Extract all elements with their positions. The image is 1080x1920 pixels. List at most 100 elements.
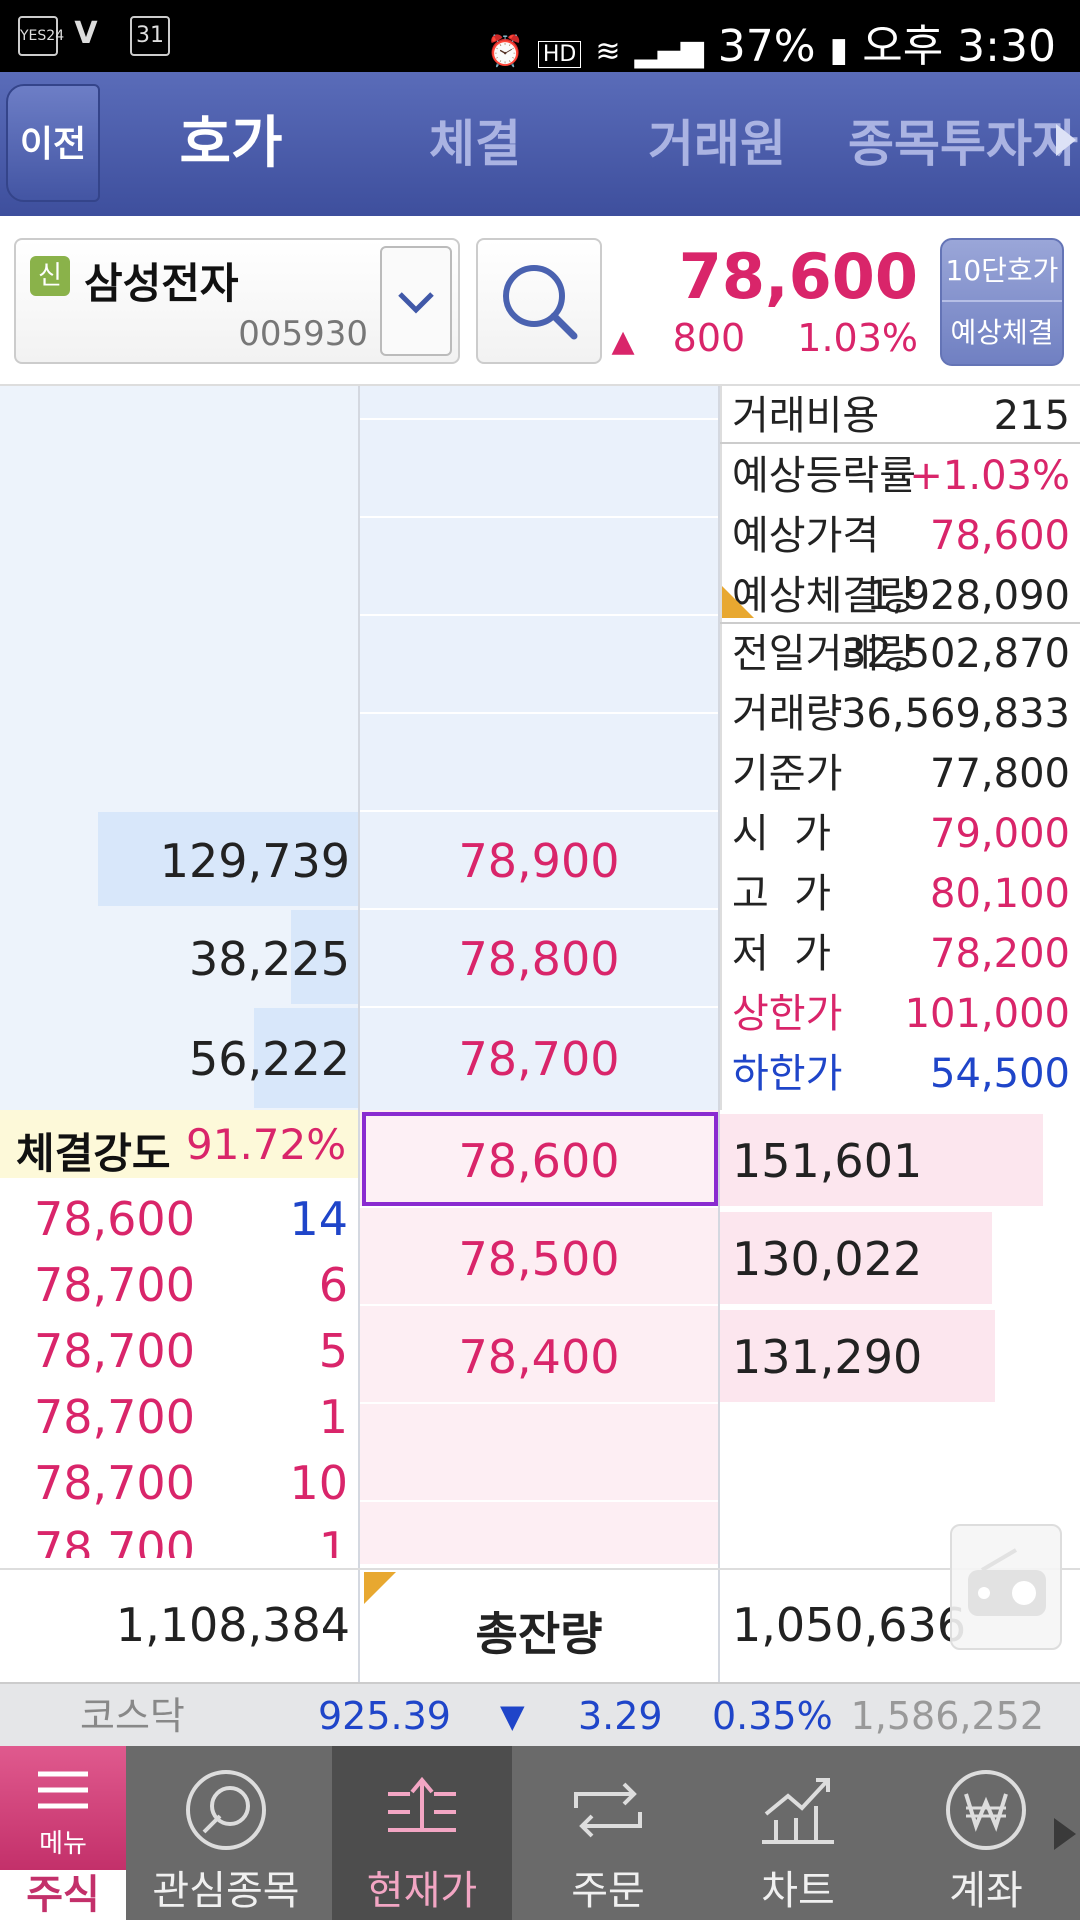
radio-button[interactable] [950, 1524, 1062, 1650]
info-label: 기준가 [732, 751, 843, 797]
trade-qty: 14 [289, 1192, 348, 1246]
info-value: 32,502,870 [840, 631, 1070, 677]
ask-qty[interactable]: 56,222 [0, 1032, 350, 1086]
menu-button[interactable]: 메뉴 [0, 1746, 126, 1870]
clock: 오후 3:30 [862, 21, 1056, 72]
hd-voice-icon: HD [537, 41, 582, 68]
divider [718, 1570, 720, 1684]
wifi-icon: ≋ [595, 34, 621, 69]
info-label: 예상등락률 [732, 453, 916, 499]
nav-account-label: 계좌 [949, 1868, 1023, 1914]
nav-more-icon[interactable] [1054, 1818, 1076, 1850]
info-row: 저 가 78,200 [732, 924, 1070, 984]
stock-dropdown-button[interactable] [380, 246, 452, 356]
info-value: 36,569,833 [840, 691, 1070, 737]
total-bid-qty: 1,050,636 [732, 1598, 967, 1652]
info-label: 시 가 [732, 811, 832, 857]
bid-price[interactable]: 78,600 [360, 1134, 718, 1188]
nav-watchlist-label: 관심종목 [152, 1868, 300, 1914]
ask-qty[interactable]: 38,225 [0, 932, 350, 986]
nav-stocks[interactable]: 메뉴 주식 [0, 1746, 126, 1920]
nav-chart[interactable]: 차트 [708, 1746, 888, 1920]
ask-price[interactable]: 78,900 [360, 834, 718, 888]
info-label: 고 가 [732, 871, 832, 917]
nav-current-price-label: 현재가 [366, 1868, 478, 1914]
v3-icon: V [74, 16, 98, 51]
stock-selector[interactable]: 신 삼성전자 005930 [14, 238, 460, 364]
info-value: 80,100 [930, 871, 1070, 917]
top-tab-bar: 이전 호가 체결 거래원 종목투자자 [0, 72, 1080, 216]
nav-current-price[interactable]: 현재가 [332, 1746, 512, 1920]
stock-name: 삼성전자 [84, 259, 239, 308]
row-separator [360, 418, 718, 420]
info-value: +1.03% [909, 453, 1070, 499]
battery-icon: ▮ [829, 30, 849, 70]
trade-qty: 5 [318, 1324, 348, 1378]
back-button[interactable]: 이전 [6, 84, 100, 202]
nav-order[interactable]: 주문 [518, 1746, 698, 1920]
info-row: 예상가격 78,600 [732, 506, 1070, 566]
ten-level-quote-button[interactable]: 10단호가 예상체결 [940, 238, 1064, 366]
bid-price[interactable]: 78,400 [360, 1330, 718, 1384]
ask-price-column [360, 386, 718, 1110]
status-right: ⏰ HD ≋ ▂▄▆ 37% ▮ 오후 3:30 [487, 10, 1056, 74]
search-button[interactable] [476, 238, 602, 364]
info-value: 54,500 [930, 1051, 1070, 1097]
info-row: 상한가 101,000 [732, 984, 1070, 1044]
nav-stocks-label: 주식 [0, 1870, 126, 1920]
row-separator [360, 1006, 718, 1008]
strength-row: 체결강도 91.72% [0, 1110, 358, 1178]
order-book: 129,739 78,900 38,225 78,800 56,222 78,7… [0, 386, 1080, 1568]
ask-price[interactable]: 78,700 [360, 1032, 718, 1086]
info-row: 하한가 54,500 [732, 1044, 1070, 1104]
stock-code: 005930 [238, 314, 368, 354]
trade-price: 78,600 [34, 1192, 195, 1246]
info-label: 저 가 [732, 931, 832, 977]
info-row: 시 가 79,000 [732, 804, 1070, 864]
trade-qty: 10 [289, 1456, 348, 1510]
chevron-down-icon [398, 292, 434, 314]
info-value: 78,200 [930, 931, 1070, 977]
tab-investors[interactable]: 종목투자자 [846, 72, 1080, 216]
total-ask-qty: 1,108,384 [115, 1598, 350, 1652]
row-separator [360, 810, 718, 812]
index-change: 3.29 [578, 1694, 663, 1738]
info-label: 상한가 [732, 991, 843, 1037]
account-icon [946, 1770, 1026, 1850]
bid-qty[interactable]: 130,022 [732, 1232, 922, 1286]
bid-qty[interactable]: 151,601 [732, 1134, 922, 1188]
row-separator [360, 1500, 718, 1502]
nav-watchlist[interactable]: 관심종목 [136, 1746, 316, 1920]
trade-price: 78,700 [34, 1324, 195, 1378]
ten-level-label: 10단호가 [942, 240, 1062, 302]
row-separator [360, 712, 718, 714]
up-triangle-icon: ▲ [611, 324, 635, 359]
tab-hoga[interactable]: 호가 [128, 72, 334, 216]
tab-trades[interactable]: 체결 [372, 72, 578, 216]
battery-percent: 37% [717, 21, 816, 72]
search-icon [503, 265, 578, 340]
info-value: 79,000 [930, 811, 1070, 857]
radio-icon [968, 1548, 1046, 1616]
bid-price[interactable]: 78,500 [360, 1232, 718, 1286]
tab-brokers[interactable]: 거래원 [614, 72, 820, 216]
chart-icon [762, 1778, 834, 1844]
strength-value: 91.72% [186, 1120, 347, 1169]
index-volume: 1,586,252 [850, 1694, 1044, 1738]
row-separator [360, 1206, 718, 1208]
nav-account[interactable]: 계좌 [896, 1746, 1076, 1920]
row-separator [360, 1402, 718, 1404]
ask-qty[interactable]: 129,739 [0, 834, 350, 888]
watchlist-icon [186, 1770, 266, 1850]
nav-chart-label: 차트 [761, 1868, 835, 1914]
ask-price[interactable]: 78,800 [360, 932, 718, 986]
corner-marker-icon [722, 586, 754, 618]
bid-qty[interactable]: 131,290 [732, 1330, 922, 1384]
nav-order-label: 주문 [571, 1868, 645, 1914]
index-name: 코스닥 [80, 1694, 185, 1738]
info-row: 거래량 36,569,833 [732, 684, 1070, 744]
credit-badge: 신 [30, 256, 70, 296]
info-row: 고 가 80,100 [732, 864, 1070, 924]
tab-scroll-right-icon[interactable] [1056, 124, 1076, 156]
market-index-bar[interactable]: 코스닥 925.39 ▼ 3.29 0.35% 1,586,252 [0, 1682, 1080, 1746]
